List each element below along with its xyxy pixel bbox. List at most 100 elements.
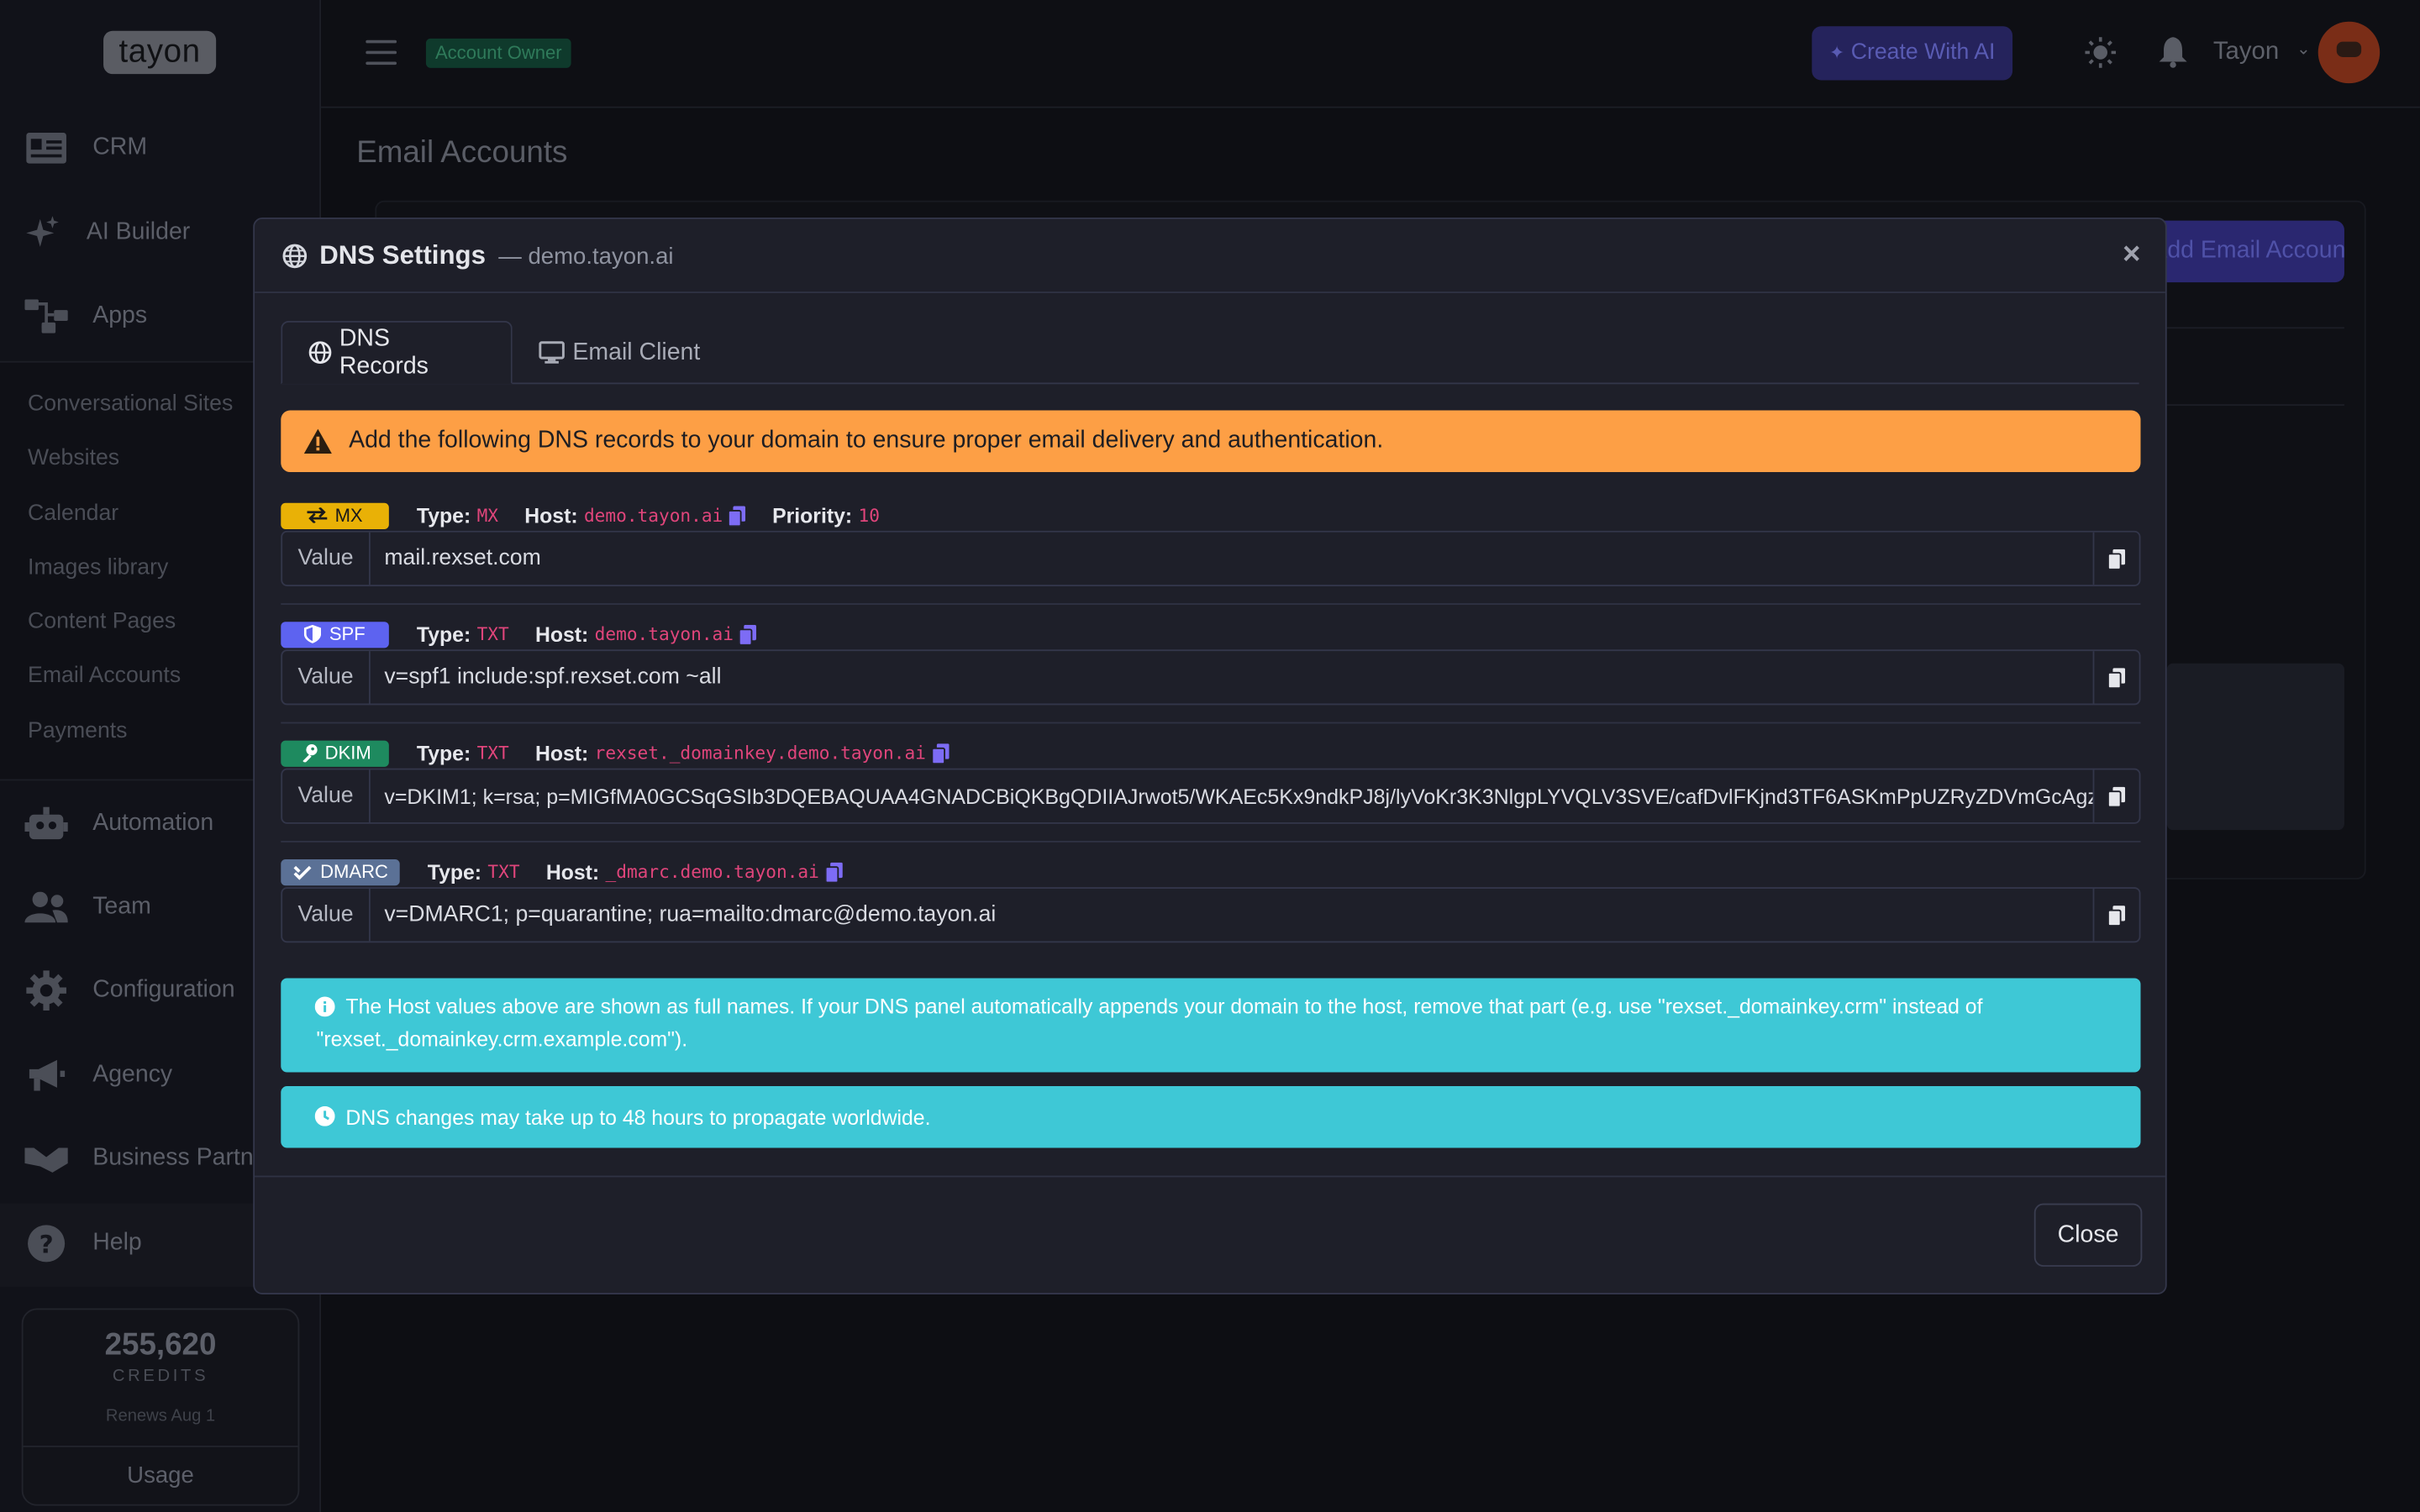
- record-value-field[interactable]: v=DKIM1; k=rsa; p=MIGfMA0GCSqGSIb3DQEBAQ…: [371, 770, 2092, 822]
- sidebar-item-ai-builder[interactable]: AI Builder: [24, 210, 190, 256]
- copy-value-button[interactable]: [2092, 769, 2139, 822]
- sidebar-item-apps[interactable]: Apps: [24, 293, 147, 339]
- copy-value-button[interactable]: [2092, 888, 2139, 942]
- type-key: Type:: [416, 741, 471, 765]
- host-key: Host:: [534, 741, 589, 765]
- submenu-item[interactable]: Calendar: [28, 501, 118, 526]
- modal-footer-divider: [255, 1175, 2165, 1178]
- app-root: tayon CRM AI Builder Apps Conversational…: [0, 0, 2420, 1512]
- host-info-text: The Host values above are shown as full …: [316, 995, 1983, 1051]
- sidebar-item-label: Apps: [92, 302, 148, 329]
- desktop-icon: [539, 341, 565, 364]
- notifications-bell-icon[interactable]: [2159, 37, 2187, 68]
- copy-host-icon[interactable]: [932, 743, 950, 764]
- role-badge: Account Owner: [425, 38, 571, 68]
- record-divider: [281, 841, 2141, 843]
- value-label: Value: [282, 769, 371, 822]
- handshake-icon: [24, 1140, 68, 1177]
- value-label: Value: [282, 888, 371, 942]
- sidebar-item-label: Help: [92, 1229, 142, 1257]
- record-value-group: Value v=spf1 include:spf.rexset.com ~all: [281, 649, 2141, 706]
- record-value-field[interactable]: v=spf1 include:spf.rexset.com ~all: [371, 651, 2093, 703]
- sidebar-item-label: Automation: [92, 810, 214, 837]
- sidebar-item-team[interactable]: Team: [24, 884, 151, 930]
- close-button[interactable]: Close: [2033, 1203, 2143, 1267]
- record-value-field[interactable]: v=DMARC1; p=quarantine; rua=mailto:dmarc…: [371, 889, 2093, 941]
- close-icon[interactable]: ×: [2123, 238, 2140, 273]
- create-with-ai-button[interactable]: ✦ Create With AI: [1812, 26, 2013, 81]
- svg-text:?: ?: [39, 1230, 54, 1258]
- chevron-down-icon[interactable]: ⌄: [2296, 39, 2311, 59]
- dkim-badge: DKIM: [281, 739, 389, 766]
- page-title: Email Accounts: [356, 135, 568, 171]
- copy-icon: [2107, 785, 2126, 806]
- sidebar-item-automation[interactable]: Automation: [24, 801, 213, 847]
- globe-icon: [282, 244, 308, 276]
- id-card-icon: [24, 129, 67, 166]
- dns-warning-alert: Add the following DNS records to your do…: [281, 410, 2141, 473]
- record-value-field[interactable]: mail.rexset.com: [371, 533, 2093, 585]
- copy-host-icon[interactable]: [825, 861, 843, 882]
- topbar: Account Owner ✦ Create With AI Tayon ⌄: [321, 0, 2420, 108]
- copy-value-button[interactable]: [2092, 532, 2139, 585]
- dmarc-badge: DMARC: [281, 858, 400, 885]
- modal-header: DNS Settings — demo.tayon.ai ×: [255, 219, 2165, 293]
- sidebar-item-label: Agency: [92, 1061, 173, 1088]
- copy-host-icon[interactable]: [739, 623, 757, 644]
- submenu-item[interactable]: Email Accounts: [28, 664, 181, 688]
- table-divider: [2166, 404, 2344, 407]
- modal-title: DNS Settings: [319, 240, 486, 270]
- sidebar-item-label: CRM: [92, 134, 148, 161]
- record-value-group: Value v=DKIM1; k=rsa; p=MIGfMA0GCSqGSIb3…: [281, 768, 2141, 824]
- modal-domain: — demo.tayon.ai: [498, 244, 674, 270]
- tab-dns-records[interactable]: DNS Records: [281, 321, 513, 385]
- sparkles-icon: [24, 214, 61, 251]
- avatar[interactable]: [2317, 21, 2381, 84]
- sidebar-item-label: Team: [92, 893, 151, 920]
- tab-email-client[interactable]: Email Client: [513, 321, 727, 384]
- value-label: Value: [282, 532, 371, 585]
- robot-icon: [24, 806, 68, 843]
- clock-icon: [314, 1105, 335, 1131]
- sidebar-item-help[interactable]: ? Help: [24, 1221, 142, 1267]
- sidebar-item-business-partners[interactable]: Business Partners: [24, 1136, 287, 1182]
- sidebar-item-agency[interactable]: Agency: [24, 1053, 172, 1099]
- logo[interactable]: tayon: [103, 30, 217, 75]
- submenu-item[interactable]: Conversational Sites: [28, 392, 233, 417]
- submenu-item[interactable]: Payments: [28, 719, 127, 743]
- question-circle-icon: ?: [24, 1225, 67, 1263]
- copy-icon: [2107, 548, 2126, 569]
- sitemap-icon: [24, 297, 68, 334]
- key-icon: [302, 744, 317, 763]
- copy-value-button[interactable]: [2092, 651, 2139, 704]
- host-value: demo.tayon.ai: [594, 623, 734, 645]
- credits-renew-date: Renews Aug 1: [105, 1407, 216, 1426]
- background-panel: [2166, 663, 2344, 831]
- user-menu-name[interactable]: Tayon: [2213, 39, 2279, 66]
- host-value: rexset._domainkey.demo.tayon.ai: [594, 742, 926, 764]
- priority-value: 10: [858, 504, 880, 527]
- sidebar-item-configuration[interactable]: Configuration: [24, 968, 235, 1014]
- submenu-item[interactable]: Websites: [28, 446, 119, 470]
- theme-toggle-icon[interactable]: [2085, 37, 2117, 68]
- submenu-item[interactable]: Content Pages: [28, 609, 176, 633]
- hamburger-menu-icon[interactable]: [366, 39, 397, 66]
- table-divider: [2166, 327, 2344, 329]
- propagation-info-alert: DNS changes may take up to 48 hours to p…: [281, 1086, 2141, 1148]
- usage-button[interactable]: Usage: [23, 1445, 298, 1504]
- submenu-item[interactable]: Images library: [28, 555, 168, 580]
- record-divider: [281, 722, 2141, 724]
- warning-triangle-icon: [303, 428, 332, 454]
- add-email-account-button[interactable]: Add Email Account: [2151, 220, 2344, 283]
- warning-text: Add the following DNS records to your do…: [349, 427, 1384, 454]
- propagation-info-text: DNS changes may take up to 48 hours to p…: [345, 1105, 931, 1130]
- sidebar-item-label: Configuration: [92, 976, 235, 1003]
- sidebar-item-crm[interactable]: CRM: [24, 125, 147, 171]
- copy-host-icon[interactable]: [729, 505, 746, 526]
- copy-icon: [2107, 667, 2126, 688]
- type-value: TXT: [487, 860, 520, 883]
- shield-icon: [304, 624, 322, 643]
- globe-icon: [308, 341, 332, 365]
- double-check-icon: [292, 865, 311, 879]
- value-label: Value: [282, 651, 371, 704]
